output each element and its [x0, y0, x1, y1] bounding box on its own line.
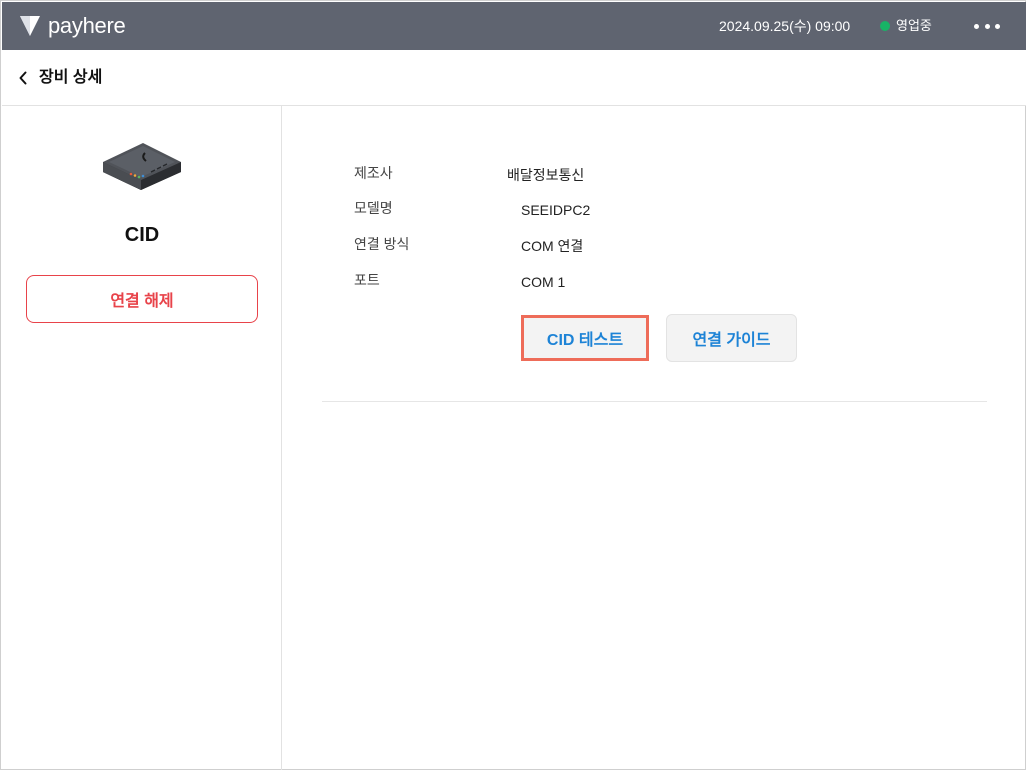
top-bar: payhere 2024.09.25(수) 09:00 영업중: [2, 2, 1026, 50]
device-name: CID: [124, 224, 160, 246]
model-value: SEEIDPC2: [521, 202, 591, 218]
port-value: COM 1: [521, 274, 566, 290]
connection-type-label: 연결 방식: [354, 236, 410, 252]
app-window: payhere 2024.09.25(수) 09:00 영업중 장비 상세 CI…: [0, 0, 1026, 770]
chevron-left-icon: [19, 71, 27, 85]
logo-text: payhere: [48, 13, 126, 38]
status-label: 영업중: [896, 18, 932, 33]
disconnect-button[interactable]: 연결 해제: [26, 275, 258, 323]
status-dot-icon: [880, 21, 890, 31]
manufacturer-value: 배달정보통신: [507, 167, 585, 183]
cid-device-icon: [103, 143, 181, 190]
manufacturer-label: 제조사: [354, 165, 393, 181]
section-divider: [322, 401, 987, 402]
page-title: 장비 상세: [39, 69, 103, 86]
brand-logo: payhere: [19, 13, 126, 38]
back-button[interactable]: [16, 69, 32, 87]
cid-test-button[interactable]: CID 테스트: [521, 315, 649, 361]
more-horizontal-icon: [974, 23, 979, 29]
more-menu-button[interactable]: [974, 16, 1000, 36]
page-header: 장비 상세: [2, 50, 1026, 106]
model-label: 모델명: [354, 200, 393, 216]
store-status: 영업중: [880, 17, 932, 35]
connection-guide-button[interactable]: 연결 가이드: [666, 314, 797, 362]
port-label: 포트: [354, 272, 380, 288]
connection-type-value: COM 연결: [521, 238, 584, 254]
device-summary-panel: CID 연결 해제: [2, 106, 282, 770]
payhere-logo-icon: [20, 16, 40, 36]
current-datetime: 2024.09.25(수) 09:00: [719, 18, 851, 34]
